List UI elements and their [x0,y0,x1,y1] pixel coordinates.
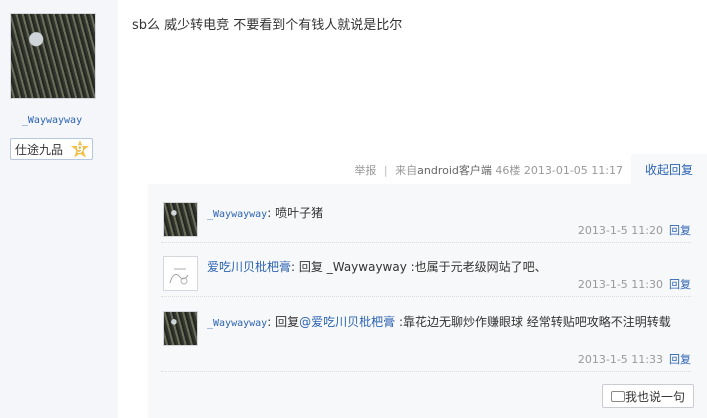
divider [161,371,691,372]
colon: : [267,315,276,329]
rank-title: 仕途九品 [15,143,64,157]
avatar[interactable] [163,202,198,237]
reply-button[interactable]: 回复 [669,353,691,366]
collapse-replies-button[interactable]: 收起回复 [631,154,707,184]
client-link[interactable]: android客户端 [417,164,492,177]
post-time: 2013-01-05 11:17 [523,164,623,177]
reply-username[interactable]: 爱吃川贝枇杷膏 [207,260,291,274]
mention[interactable]: @爱吃川贝枇杷膏 [299,315,395,329]
author-sidebar: _Waywayway 仕途九品 9 [0,0,118,418]
colon: : [267,206,276,220]
colon: : [291,260,299,274]
say-something-button[interactable]: 我也说一句 [602,384,694,408]
rank-badge[interactable]: 仕途九品 9 [10,138,93,160]
post-meta: 举报 | 来自android客户端 46楼 2013-01-05 11:17 [354,162,623,178]
post-content: sb么 威少转电竞 不要看到个有钱人就说是比尔 [132,18,403,33]
avatar-image [164,257,197,290]
avatar-image [164,312,197,345]
reply-content: 喷叶子猪 [275,206,324,220]
divider: | [383,164,388,177]
report-link[interactable]: 举报 [354,164,376,177]
reply-footer: 2013-1-5 11:30 回复 [578,276,691,292]
reply-time: 2013-1-5 11:20 [577,224,663,237]
mention[interactable]: _Waywayway [327,260,407,274]
floor-number: 46楼 [495,164,521,177]
reply-footer: 2013-1-5 11:20 回复 [578,222,691,238]
reply-content: :靠花边无聊炒作赚眼球 经常转贴吧攻略不注明转载 [398,315,671,329]
author-name[interactable]: _Waywayway [0,115,104,126]
reply-button[interactable]: 回复 [669,224,691,237]
reply-content: :也属于元老级网站了吧、 [410,260,547,274]
avatar[interactable] [163,256,198,291]
reply-prefix: 回复 [275,315,300,329]
avatar[interactable] [163,311,198,346]
reply-text: _Waywayway: 回复@爱吃川贝枇杷膏 :靠花边无聊炒作赚眼球 经常转贴吧… [207,313,697,333]
reply-username[interactable]: _Waywayway [207,318,267,329]
reply-button[interactable]: 回复 [669,278,691,291]
reply-box: _Waywayway: 喷叶子猪 2013-1-5 11:20 回复 爱吃川贝枇杷… [148,184,707,418]
avatar-image [11,14,95,98]
divider [161,242,691,243]
reply-text: _Waywayway: 喷叶子猪 [207,204,687,224]
reply-footer: 2013-1-5 11:33 回复 [578,351,691,367]
reply-text: 爱吃川贝枇杷膏: 回复 _Waywayway :也属于元老级网站了吧、 [207,258,687,277]
say-button-label: 我也说一句 [624,390,685,404]
sketch-avatar-icon [169,268,189,285]
reply-username[interactable]: _Waywayway [207,209,267,220]
avatar-image [164,203,197,236]
divider [161,296,691,297]
reply-time: 2013-1-5 11:33 [577,353,663,366]
reply-time: 2013-1-5 11:30 [577,278,663,291]
level-star-icon: 9 [71,140,89,158]
reply-prefix: 回复 [298,260,323,274]
comment-bubble-icon [611,391,625,402]
avatar[interactable] [10,13,96,99]
source-label: 来自 [395,164,418,177]
